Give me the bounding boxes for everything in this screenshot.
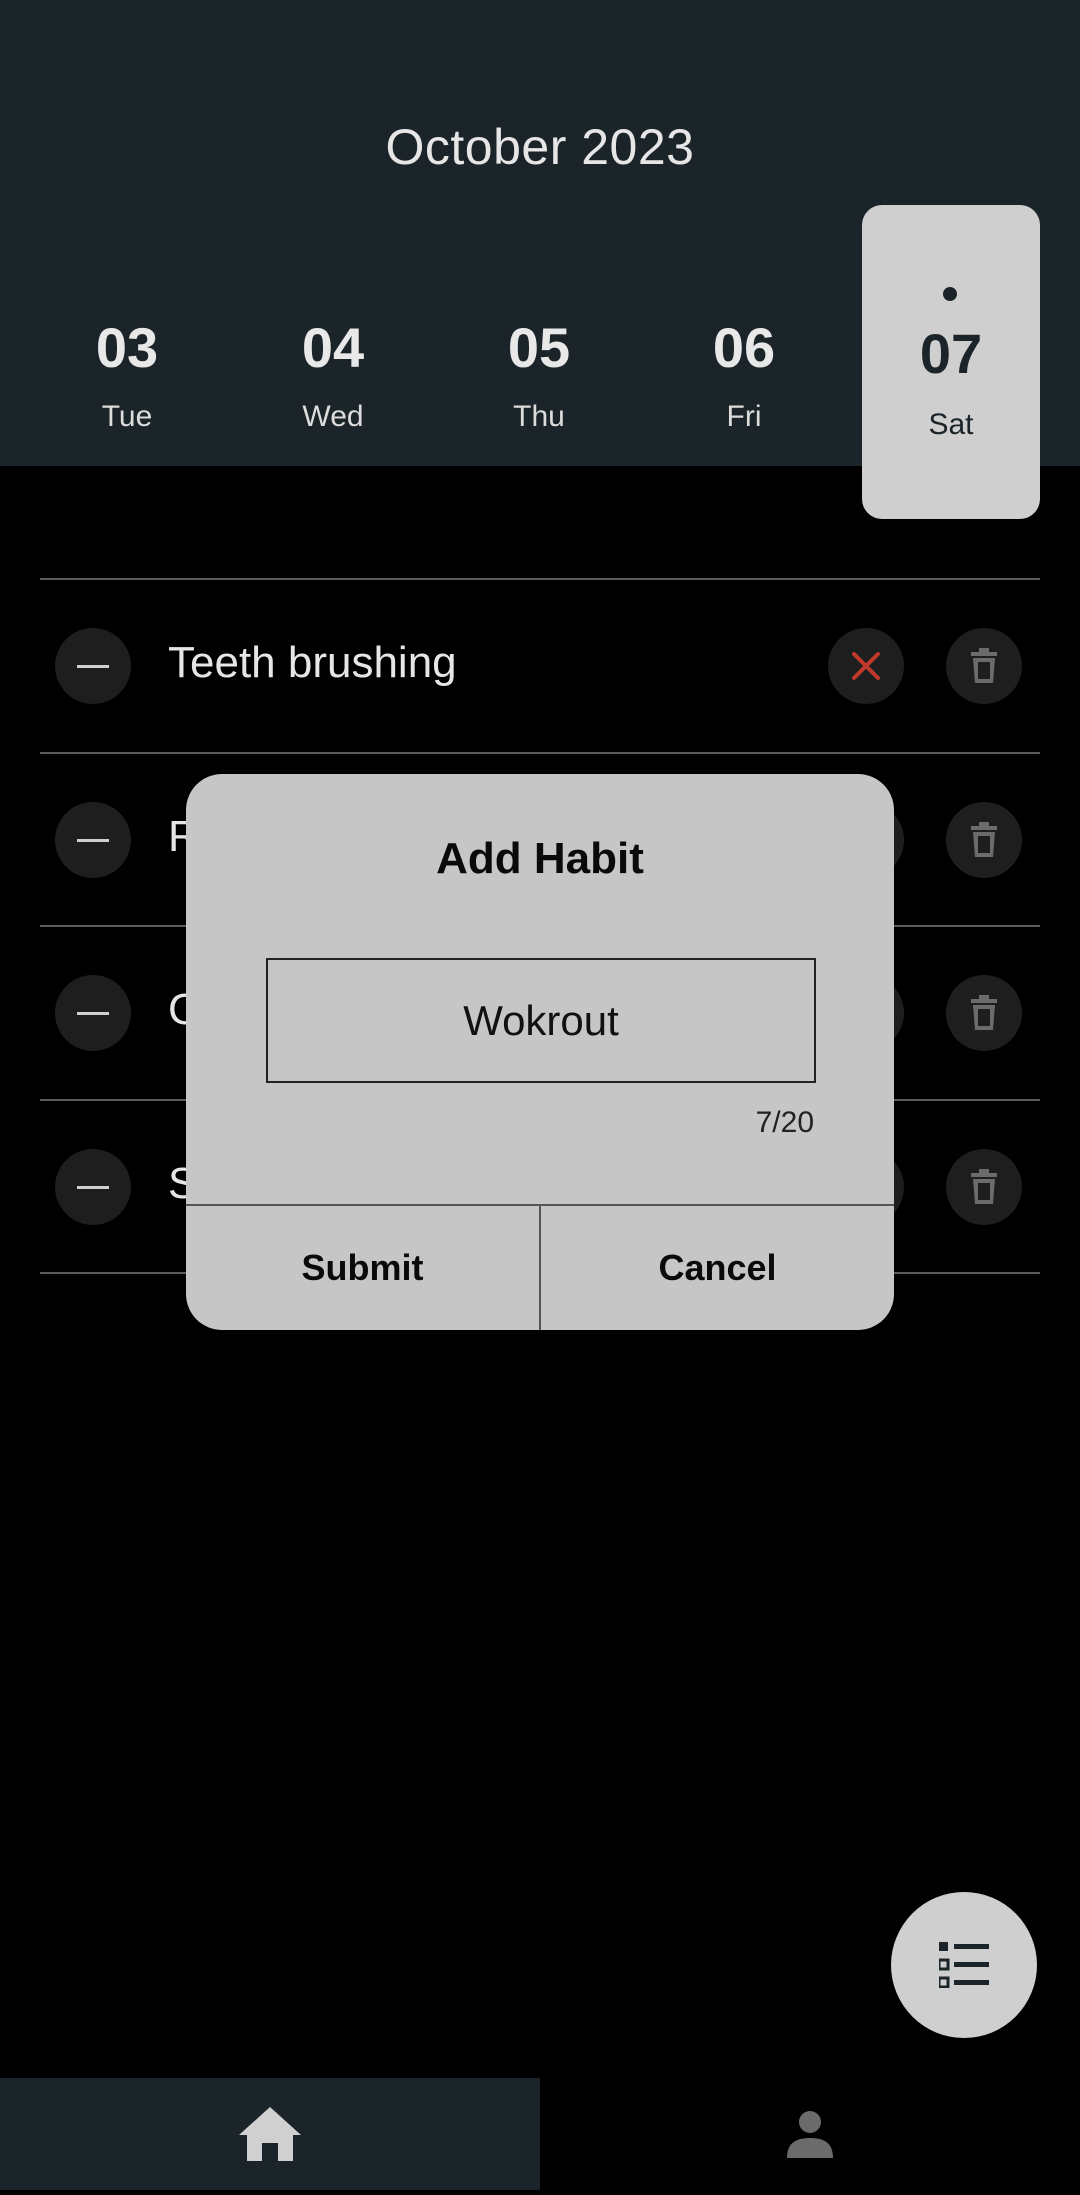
- delete-habit-button[interactable]: [946, 802, 1022, 878]
- day-05[interactable]: 05 Thu: [479, 320, 599, 434]
- remove-habit-button[interactable]: [55, 1149, 131, 1225]
- nav-tab-home[interactable]: [0, 2078, 540, 2190]
- add-habit-dialog: Add Habit Wokrout 7/20 Submit Cancel: [186, 774, 894, 1330]
- day-number: 04: [301, 316, 365, 379]
- day-number: 06: [712, 316, 776, 379]
- day-of-week: Sat: [928, 408, 974, 441]
- list-icon: [939, 1942, 989, 1988]
- minus-icon: [77, 664, 109, 668]
- character-counter: 7/20: [755, 1106, 814, 1139]
- delete-habit-button[interactable]: [946, 628, 1022, 704]
- mark-missed-button[interactable]: [828, 628, 904, 704]
- habit-list-fab[interactable]: [891, 1892, 1037, 2038]
- person-icon: [787, 2111, 833, 2158]
- day-number: 03: [95, 316, 159, 379]
- delete-habit-button[interactable]: [946, 1149, 1022, 1225]
- remove-habit-button[interactable]: [55, 975, 131, 1051]
- submit-button[interactable]: Submit: [186, 1206, 541, 1330]
- remove-habit-button[interactable]: [55, 628, 131, 704]
- day-04[interactable]: 04 Wed: [273, 320, 393, 434]
- day-of-week: Tue: [101, 400, 153, 433]
- habit-row: Teeth brushing: [40, 580, 1040, 752]
- minus-icon: [77, 1185, 109, 1189]
- day-of-week: Wed: [302, 400, 364, 433]
- day-of-week: Thu: [513, 400, 565, 433]
- dialog-title: Add Habit: [436, 834, 644, 883]
- trash-icon: [971, 822, 997, 857]
- dialog-actions: Submit Cancel: [186, 1204, 894, 1330]
- habit-name: Teeth brushing: [168, 638, 457, 687]
- day-03[interactable]: 03 Tue: [67, 320, 187, 434]
- trash-icon: [971, 1169, 997, 1204]
- trash-icon: [971, 995, 997, 1030]
- day-of-week: Fri: [726, 400, 762, 433]
- habit-name-input[interactable]: Wokrout: [266, 958, 816, 1083]
- cancel-button[interactable]: Cancel: [541, 1206, 894, 1330]
- minus-icon: [77, 838, 109, 842]
- close-icon: [852, 652, 880, 680]
- month-title: October 2023: [385, 119, 695, 175]
- day-07-selected[interactable]: 07 Sat: [862, 205, 1040, 519]
- home-icon: [239, 2107, 301, 2161]
- bottom-navigation: [0, 2078, 1080, 2195]
- day-number: 07: [919, 322, 983, 385]
- minus-icon: [77, 1011, 109, 1015]
- delete-habit-button[interactable]: [946, 975, 1022, 1051]
- nav-tab-profile[interactable]: [540, 2078, 1080, 2190]
- day-number: 05: [507, 316, 571, 379]
- remove-habit-button[interactable]: [55, 802, 131, 878]
- today-dot: [943, 287, 957, 301]
- trash-icon: [971, 648, 997, 683]
- day-06[interactable]: 06 Fri: [684, 320, 804, 434]
